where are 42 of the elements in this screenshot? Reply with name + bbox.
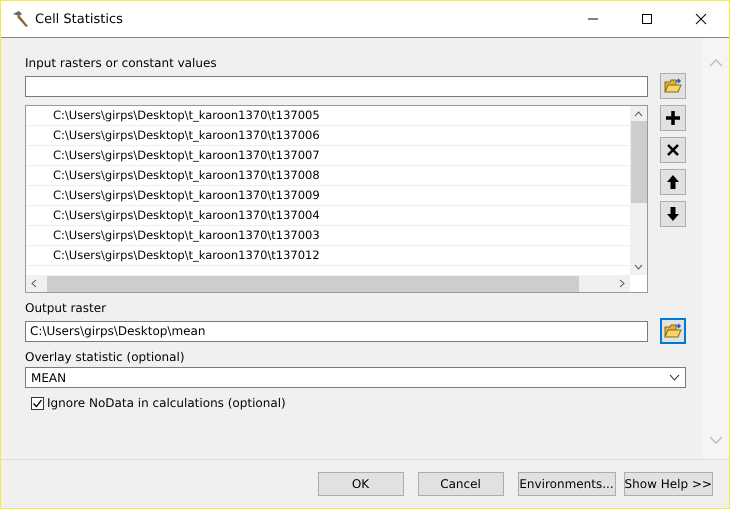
vertical-scrollbar[interactable] (630, 106, 647, 275)
up-arrow-icon (666, 174, 680, 190)
field-label: Input rasters or constant values (25, 56, 218, 70)
plus-icon (665, 110, 681, 126)
dialog-button[interactable]: Cancel (418, 472, 504, 496)
input-field[interactable] (25, 76, 648, 96)
checkbox-label: Ignore NoData in calculations (optional) (47, 396, 286, 410)
output-field[interactable]: C:\Users\girps\Desktop\mean (25, 320, 648, 342)
move-down-button[interactable] (660, 201, 686, 227)
field-label: Output raster (25, 301, 108, 315)
list-item[interactable]: C:\Users\girps\Desktop\t_karoon1370\t137012 (26, 246, 630, 266)
browse-button[interactable] (660, 73, 686, 99)
move-up-button[interactable] (660, 169, 686, 195)
list-item[interactable]: C:\Users\girps\Desktop\t_karoon1370\t137005 (26, 106, 630, 126)
field-label: Overlay statistic (optional) (25, 350, 186, 364)
dialog-button[interactable]: Environments... (518, 472, 616, 496)
folder-icon (664, 323, 682, 339)
list-item[interactable]: C:\Users\girps\Desktop\t_karoon1370\t137007 (26, 146, 630, 166)
maximize-icon[interactable] (641, 13, 653, 25)
chevron-down-icon (669, 374, 680, 381)
checkbox[interactable] (31, 396, 44, 410)
dialog-button[interactable]: Show Help >> (624, 472, 713, 496)
scroll-up-icon[interactable] (634, 111, 643, 117)
list-item[interactable]: C:\Users\girps\Desktop\t_karoon1370\t137004 (26, 206, 630, 226)
browse-button[interactable] (660, 318, 686, 344)
add-button[interactable] (660, 105, 686, 131)
down-arrow-icon (666, 206, 680, 222)
scroll-down-icon[interactable] (634, 264, 643, 270)
remove-button[interactable] (660, 137, 686, 163)
cross-icon (666, 143, 680, 157)
scroll-right-icon[interactable] (619, 279, 625, 288)
scroll-left-icon[interactable] (31, 279, 37, 288)
list-item[interactable]: C:\Users\girps\Desktop\t_karoon1370\t137003 (26, 226, 630, 246)
window-title: Cell Statistics (35, 12, 124, 26)
folder-icon (664, 78, 682, 94)
list-item[interactable]: C:\Users\girps\Desktop\t_karoon1370\t137006 (26, 126, 630, 146)
list-item[interactable]: C:\Users\girps\Desktop\t_karoon1370\t137009 (26, 186, 630, 206)
statistic-dropdown[interactable]: MEAN (25, 367, 686, 388)
close-icon[interactable] (695, 13, 707, 25)
dialog-button[interactable]: OK (318, 472, 404, 496)
horizontal-scrollbar[interactable] (26, 275, 630, 292)
list-item[interactable]: C:\Users\girps\Desktop\t_karoon1370\t137008 (26, 166, 630, 186)
